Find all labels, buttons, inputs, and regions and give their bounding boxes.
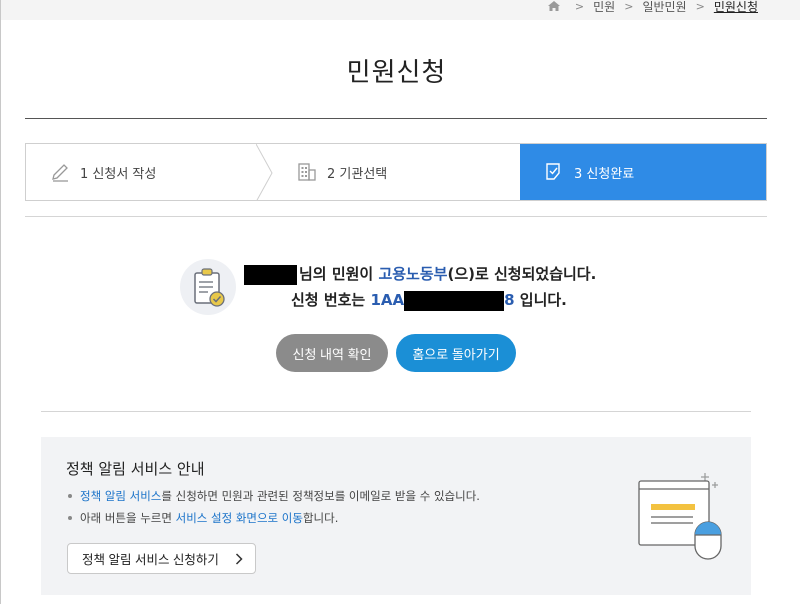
policy-notice-list: 정책 알림 서비스를 신청하면 민원과 관련된 정책정보를 이메일로 받을 수 … [66,487,480,531]
policy-service-link[interactable]: 정책 알림 서비스 [80,489,161,503]
step-1-write: 1 신청서 작성 [26,144,273,200]
breadcrumb-separator: > [574,0,585,13]
step-label: 2 기관선택 [327,166,388,182]
message-text: (으)로 신청되었습니다. [447,265,597,283]
message-line-1: 님의 민원이 고용노동부(으)로 신청되었습니다. [244,263,596,285]
policy-subscribe-label: 정책 알림 서비스 신청하기 [82,553,219,567]
view-history-button[interactable]: 신청 내역 확인 [276,334,388,372]
breadcrumb-item-general[interactable]: 일반민원 [642,0,686,15]
redacted-name [244,264,297,285]
message-text: 님의 민원이 [299,265,379,283]
title-divider [25,118,767,119]
list-item: 아래 버튼을 누르면 서비스 설정 화면으로 이동합니다. [66,509,480,531]
check-document-icon [546,163,560,180]
left-border [0,0,1,604]
clipboard-check-icon [180,259,236,315]
building-icon [298,163,316,181]
policy-notice-box: 정책 알림 서비스 안내 정책 알림 서비스를 신청하면 민원과 관련된 정책정… [41,437,751,595]
breadcrumb-separator: > [695,0,705,13]
chevron-right-icon [235,553,243,565]
message-text: 신청 번호는 [291,291,371,309]
home-icon[interactable] [547,1,560,11]
list-item: 정책 알림 서비스를 신청하면 민원과 관련된 정책정보를 이메일로 받을 수 … [66,487,480,509]
message-text: 입니다. [514,291,567,309]
list-item-text: 를 신청하면 민원과 관련된 정책정보를 이메일로 받을 수 있습니다. [161,489,480,503]
steps-divider [25,216,767,217]
step-label: 1 신청서 작성 [80,166,157,182]
step-indicator: 1 신청서 작성 2 기관선택 3 신청완료 [25,143,767,201]
redacted-number [404,290,505,311]
browser-mouse-illustration [638,473,722,560]
message-line-2: 신청 번호는 1AA 8 입니다. [291,289,567,311]
section-divider [41,411,751,412]
step-2-agency: 2 기관선택 [273,144,520,200]
page-title: 민원신청 [346,58,447,88]
application-number-end: 8 [504,291,515,309]
service-settings-link[interactable]: 서비스 설정 화면으로 이동 [176,511,303,525]
policy-notice-title: 정책 알림 서비스 안내 [66,460,205,478]
step-3-complete: 3 신청완료 [520,144,766,200]
agency-name: 고용노동부 [378,265,448,283]
breadcrumb: > 민원 > 일반민원 > 민원신청 [547,0,758,15]
policy-subscribe-button[interactable]: 정책 알림 서비스 신청하기 [67,543,256,574]
list-item-text: 합니다. [302,511,339,525]
application-number-start: 1AA [370,291,405,309]
list-item-text: 아래 버튼을 누르면 [80,511,176,525]
step-divider-chevron [256,144,273,200]
breadcrumb-item-current[interactable]: 민원신청 [714,0,758,15]
breadcrumb-separator: > [624,0,634,13]
breadcrumb-item-civil[interactable]: 민원 [593,0,615,15]
go-home-button[interactable]: 홈으로 돌아가기 [396,334,516,372]
step-label: 3 신청완료 [574,166,635,182]
pencil-icon [52,164,68,182]
